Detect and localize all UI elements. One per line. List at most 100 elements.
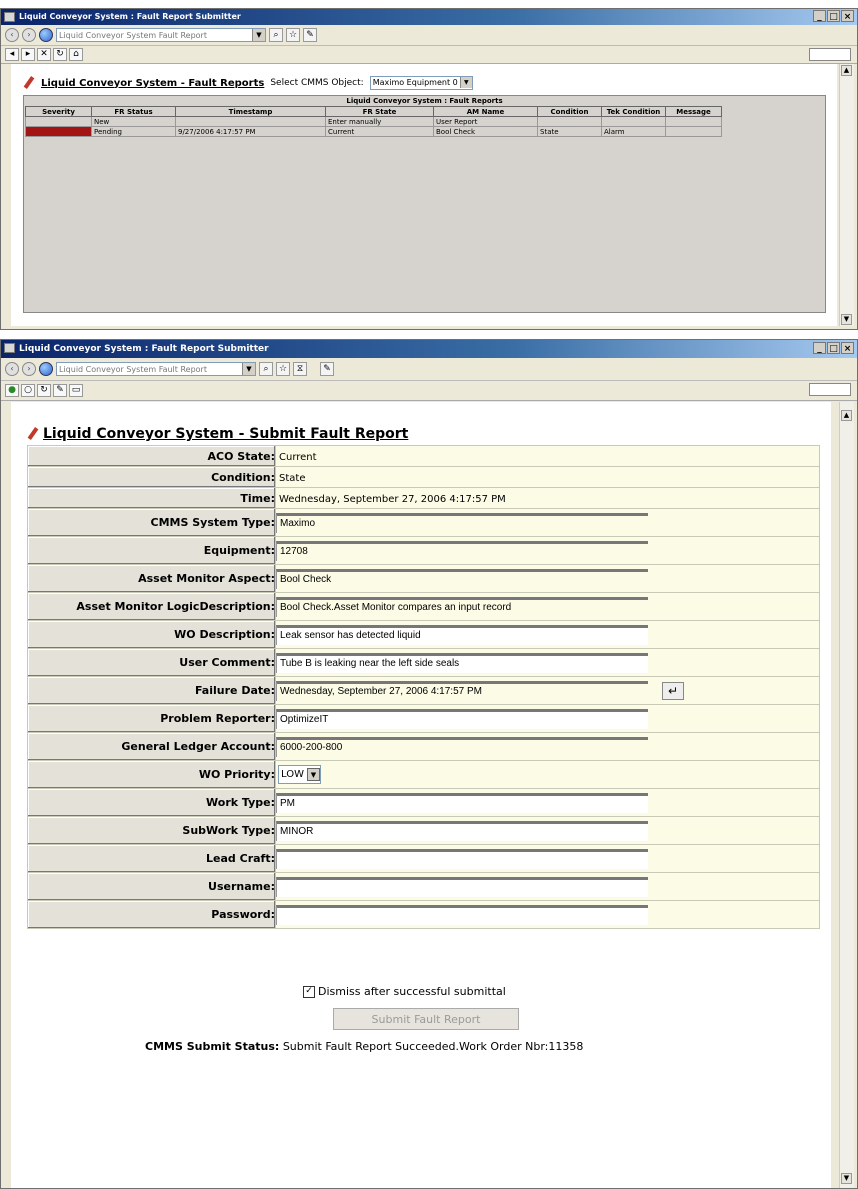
form-row-failure-date: Failure Date: Wednesday, September 27, 2… xyxy=(27,676,820,705)
table-header-row: Severity FR Status Timestamp FR State AM… xyxy=(25,106,722,117)
tools-icon[interactable]: ✎ xyxy=(303,28,317,42)
date-picker-icon[interactable]: ↵ xyxy=(662,681,684,700)
chevron-down-icon[interactable]: ▼ xyxy=(306,768,320,781)
address-bar[interactable]: Liquid Conveyor System Fault Report ▼ xyxy=(56,362,256,376)
field-label: Password: xyxy=(27,900,276,929)
timestamp-cell xyxy=(175,116,326,127)
submit-fault-report-button[interactable]: Submit Fault Report xyxy=(333,1008,519,1030)
gl-account-field: 6000-200-800 xyxy=(276,736,648,757)
column-header[interactable]: Tek Condition xyxy=(601,106,666,117)
column-header[interactable]: FR Status xyxy=(91,106,176,117)
forward-icon[interactable]: ▸ xyxy=(21,48,35,61)
globe-icon[interactable] xyxy=(39,28,53,42)
scroll-up-icon[interactable]: ▲ xyxy=(841,65,852,76)
report-header: Liquid Conveyor System - Fault Reports S… xyxy=(23,76,837,90)
username-input[interactable] xyxy=(276,876,648,897)
vertical-scrollbar[interactable]: ▲ ▼ xyxy=(839,402,854,1188)
fault-report-form: ACO State: Current Condition: State Time… xyxy=(27,445,820,929)
message-cell xyxy=(665,116,722,127)
field-label: Equipment: xyxy=(27,536,276,565)
stop-icon[interactable]: ○ xyxy=(21,384,35,397)
scroll-up-icon[interactable]: ▲ xyxy=(841,410,852,421)
favorites-icon[interactable]: ☆ xyxy=(286,28,300,42)
scroll-down-icon[interactable]: ▼ xyxy=(841,314,852,325)
am-name-cell: Bool Check xyxy=(433,126,538,137)
tools-icon[interactable]: ✎ xyxy=(320,362,334,376)
scroll-down-icon[interactable]: ▼ xyxy=(841,1173,852,1184)
column-header[interactable]: FR State xyxy=(325,106,434,117)
form-row-time: Time: Wednesday, September 27, 2006 4:17… xyxy=(27,487,820,509)
submit-fault-report-window: Liquid Conveyor System : Fault Report Su… xyxy=(0,339,858,1189)
form-row-username: Username: xyxy=(27,872,820,901)
search-icon[interactable]: ⌕ xyxy=(269,28,283,42)
user-comment-input[interactable]: Tube B is leaking near the left side sea… xyxy=(276,652,648,673)
wo-description-input[interactable]: Leak sensor has detected liquid xyxy=(276,624,648,645)
chevron-down-icon[interactable]: ▼ xyxy=(242,363,255,375)
column-header[interactable]: Timestamp xyxy=(175,106,326,117)
minimize-button[interactable]: _ xyxy=(813,10,826,22)
home-icon[interactable]: ⌂ xyxy=(69,48,83,61)
back-icon[interactable]: ‹ xyxy=(5,28,19,42)
toolbar: ‹ › Liquid Conveyor System Fault Report ▼… xyxy=(1,358,857,381)
toolbar-search-box[interactable] xyxy=(809,383,851,396)
field-label: Username: xyxy=(27,872,276,901)
cmms-object-select[interactable]: Maximo Equipment 0 ▼ xyxy=(369,76,473,90)
favorites-icon[interactable]: ☆ xyxy=(276,362,290,376)
field-label: Lead Craft: xyxy=(27,844,276,873)
pencil-icon xyxy=(27,427,39,441)
app-icon xyxy=(4,12,15,22)
back-icon[interactable]: ◂ xyxy=(5,48,19,61)
field-label: Time: xyxy=(27,487,276,509)
stop-icon[interactable]: ✕ xyxy=(37,48,51,61)
close-button[interactable]: × xyxy=(841,342,854,354)
pencil-icon xyxy=(23,76,35,90)
column-header[interactable]: Message xyxy=(665,106,722,117)
folder-icon[interactable]: ▭ xyxy=(69,384,83,397)
subwork-type-input[interactable]: MINOR xyxy=(276,820,648,841)
address-bar[interactable]: Liquid Conveyor System Fault Report ▼ xyxy=(56,28,266,42)
page-title: Liquid Conveyor System - Fault Reports xyxy=(41,77,265,89)
refresh-icon[interactable]: ↻ xyxy=(53,48,67,61)
chevron-down-icon[interactable]: ▼ xyxy=(459,77,472,88)
fault-reports-panel: Liquid Conveyor System : Fault Reports S… xyxy=(23,95,826,313)
toolbar-search-box[interactable] xyxy=(809,48,851,61)
vertical-scrollbar[interactable]: ▲ ▼ xyxy=(839,64,854,326)
search-icon[interactable]: ⌕ xyxy=(259,362,273,376)
state-cell: Current xyxy=(325,126,434,137)
field-label: User Comment: xyxy=(27,648,276,677)
form-row-wo-priority: WO Priority: LOW ▼ xyxy=(27,760,820,789)
refresh-icon[interactable]: ↻ xyxy=(37,384,51,397)
maximize-button[interactable]: □ xyxy=(827,10,840,22)
close-button[interactable]: × xyxy=(841,10,854,22)
form-row-equipment: Equipment: 12708 xyxy=(27,536,820,565)
status-cell: New xyxy=(91,116,176,127)
dismiss-checkbox[interactable]: ✓ xyxy=(303,985,315,998)
go-icon[interactable]: ● xyxy=(5,384,19,397)
work-type-input[interactable]: PM xyxy=(276,792,648,813)
toolbar: ‹ › Liquid Conveyor System Fault Report ▼… xyxy=(1,25,857,46)
aco-state-value: Current xyxy=(279,451,317,463)
column-header[interactable]: AM Name xyxy=(433,106,538,117)
column-header[interactable]: Severity xyxy=(25,106,92,117)
maximize-button[interactable]: □ xyxy=(827,342,840,354)
column-header[interactable]: Condition xyxy=(537,106,602,117)
history-icon[interactable]: ⧖ xyxy=(293,362,307,376)
page-title-row: Liquid Conveyor System - Submit Fault Re… xyxy=(27,426,831,442)
wo-priority-select[interactable]: LOW ▼ xyxy=(278,765,321,784)
forward-icon[interactable]: › xyxy=(22,28,36,42)
back-icon[interactable]: ‹ xyxy=(5,362,19,376)
minimize-button[interactable]: _ xyxy=(813,342,826,354)
globe-icon[interactable] xyxy=(39,362,53,376)
form-row-user-comment: User Comment: Tube B is leaking near the… xyxy=(27,648,820,677)
forward-icon[interactable]: › xyxy=(22,362,36,376)
table-row[interactable]: Pending 9/27/2006 4:17:57 PM Current Boo… xyxy=(25,126,722,137)
lead-craft-input[interactable] xyxy=(276,848,648,869)
severity-cell xyxy=(25,116,92,127)
table-row[interactable]: New Enter manually User Report xyxy=(25,116,722,127)
chevron-down-icon[interactable]: ▼ xyxy=(252,29,265,41)
edit-icon[interactable]: ✎ xyxy=(53,384,67,397)
problem-reporter-input[interactable]: OptimizeIT xyxy=(276,708,648,729)
status-cell: Pending xyxy=(91,126,176,137)
password-input[interactable] xyxy=(276,904,648,925)
form-row-condition: Condition: State xyxy=(27,466,820,488)
